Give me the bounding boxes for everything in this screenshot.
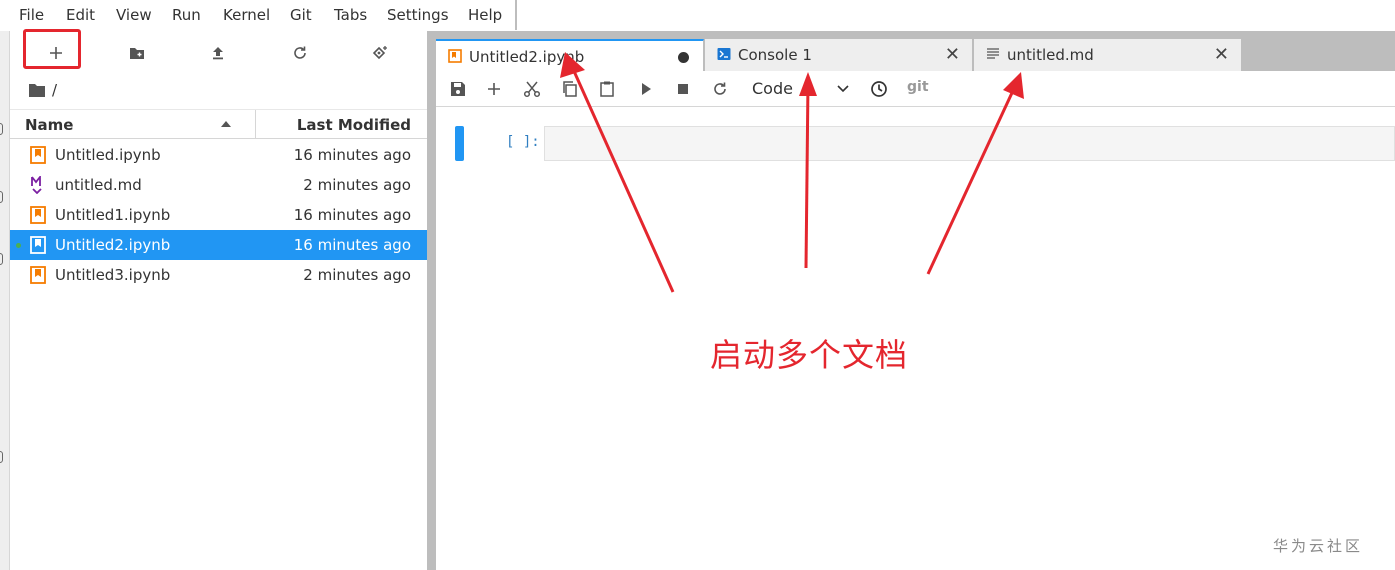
scissors-icon — [523, 81, 541, 98]
file-name: Untitled3.ipynb — [55, 266, 171, 284]
notebook-icon — [448, 49, 462, 63]
cut-button[interactable] — [522, 79, 542, 99]
file-name: Untitled2.ipynb — [55, 236, 171, 254]
refresh-icon — [714, 82, 726, 95]
menu-run[interactable]: Run — [172, 6, 201, 24]
menu-separator — [515, 0, 517, 30]
upload-icon — [213, 47, 223, 60]
file-row[interactable]: untitled.md 2 minutes ago — [10, 170, 427, 200]
save-button[interactable] — [448, 79, 468, 99]
refresh-icon — [294, 46, 306, 59]
close-icon[interactable]: ✕ — [945, 44, 960, 65]
menu-settings[interactable]: Settings — [387, 6, 449, 24]
activity-icon[interactable] — [0, 451, 3, 463]
file-modified: 16 minutes ago — [293, 146, 411, 164]
file-modified: 2 minutes ago — [303, 266, 411, 284]
notebook-toolbar: Code git — [436, 71, 1395, 107]
notebook-icon — [30, 266, 46, 284]
menu-help[interactable]: Help — [468, 6, 502, 24]
new-folder-button[interactable] — [119, 39, 155, 67]
tab-label: Untitled2.ipynb — [469, 48, 585, 66]
text-file-icon — [987, 48, 999, 59]
column-header-last-modified[interactable]: Last Modified — [297, 116, 411, 134]
file-name: Untitled.ipynb — [55, 146, 161, 164]
new-folder-icon — [130, 48, 144, 59]
upload-button[interactable] — [200, 39, 236, 67]
activity-icon[interactable] — [0, 191, 3, 203]
input-prompt: [ ]: — [506, 134, 540, 150]
clock-icon — [871, 81, 887, 97]
file-row[interactable]: Untitled1.ipynb 16 minutes ago — [10, 200, 427, 230]
tab-untitled-md[interactable]: untitled.md ✕ — [974, 39, 1242, 71]
menu-view[interactable]: View — [116, 6, 152, 24]
panel-splitter[interactable] — [427, 31, 436, 570]
menu-edit[interactable]: Edit — [66, 6, 95, 24]
column-divider[interactable] — [255, 110, 256, 139]
menu-kernel[interactable]: Kernel — [223, 6, 270, 24]
notebook-panel: [ ]: — [436, 107, 1395, 570]
tab-console-1[interactable]: Console 1 ✕ — [705, 39, 973, 71]
copy-button[interactable] — [560, 79, 580, 99]
refresh-button[interactable] — [282, 39, 318, 67]
git-clone-icon — [372, 46, 387, 60]
run-cell-button[interactable] — [636, 79, 656, 99]
file-modified: 16 minutes ago — [293, 236, 411, 254]
plus-icon — [488, 83, 500, 95]
interrupt-kernel-button[interactable] — [673, 79, 693, 99]
menu-file[interactable]: File — [19, 6, 44, 24]
file-browser: / Name Last Modified Untitled.ipynb 16 mi… — [10, 29, 427, 570]
file-name: Untitled1.ipynb — [55, 206, 171, 224]
file-list-header: Name Last Modified — [10, 109, 427, 139]
insert-cell-button[interactable] — [484, 79, 504, 99]
activity-bar — [0, 31, 10, 570]
menu-git[interactable]: Git — [290, 6, 312, 24]
column-header-name[interactable]: Name — [25, 116, 73, 134]
notebook-icon — [30, 206, 46, 224]
markdown-icon — [31, 176, 42, 194]
unsaved-indicator-icon[interactable] — [678, 52, 689, 63]
close-icon[interactable]: ✕ — [1214, 44, 1229, 65]
paste-button[interactable] — [597, 79, 617, 99]
cell-type-dropdown[interactable]: Code — [752, 79, 793, 98]
running-indicator-icon — [16, 243, 21, 248]
folder-icon[interactable] — [28, 82, 46, 98]
menu-tabs[interactable]: Tabs — [334, 6, 367, 24]
watermark: 华为云社区 — [1273, 537, 1364, 555]
activity-icon[interactable] — [0, 123, 3, 135]
git-clone-button[interactable] — [362, 39, 398, 67]
kernel-status-button[interactable] — [869, 79, 889, 99]
save-icon — [451, 82, 465, 96]
chevron-down-icon[interactable] — [836, 81, 850, 95]
play-icon — [642, 83, 651, 95]
tab-untitled2-ipynb[interactable]: Untitled2.ipynb — [436, 39, 704, 71]
code-cell-editor[interactable] — [544, 126, 1395, 161]
document-tab-bar: Untitled2.ipynb Console 1 ✕ untitled.md … — [436, 31, 1395, 71]
activity-icon[interactable] — [0, 253, 3, 265]
file-row[interactable]: Untitled3.ipynb 2 minutes ago — [10, 260, 427, 290]
file-row[interactable]: Untitled.ipynb 16 minutes ago — [10, 140, 427, 170]
git-diff-button[interactable]: git — [907, 79, 929, 95]
file-modified: 16 minutes ago — [293, 206, 411, 224]
tab-label: Console 1 — [738, 46, 812, 64]
copy-icon — [563, 81, 577, 97]
file-row[interactable]: Untitled2.ipynb 16 minutes ago — [10, 230, 427, 260]
restart-kernel-button[interactable] — [710, 79, 730, 99]
breadcrumb: / — [28, 79, 57, 101]
notebook-icon — [30, 236, 46, 254]
notebook-icon — [30, 146, 46, 164]
file-modified: 2 minutes ago — [303, 176, 411, 194]
tab-label: untitled.md — [1007, 46, 1094, 64]
active-cell-marker — [455, 126, 464, 161]
highlight-box — [23, 29, 81, 69]
menu-bar: File Edit View Run Kernel Git Tabs Setti… — [0, 0, 1395, 31]
console-icon — [717, 48, 731, 60]
breadcrumb-root[interactable]: / — [52, 81, 57, 99]
paste-icon — [600, 81, 614, 97]
file-name: untitled.md — [55, 176, 142, 194]
sort-ascending-icon — [221, 121, 231, 127]
annotation-caption: 启动多个文档 — [710, 336, 909, 374]
stop-icon — [678, 84, 688, 94]
